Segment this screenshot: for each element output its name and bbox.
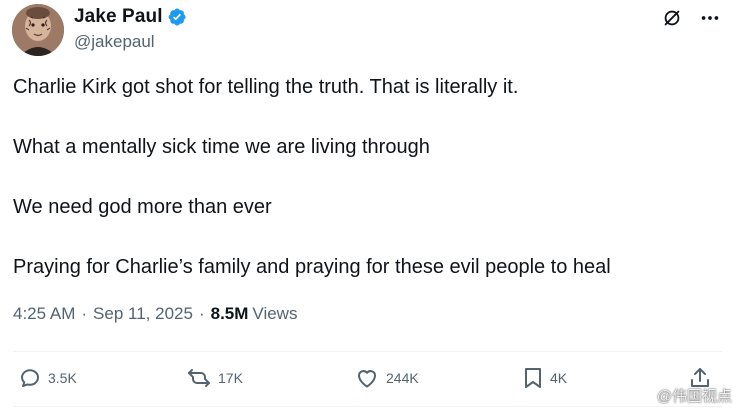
tweet-actions: 3.5K 17K 244K 4K: [18, 366, 728, 396]
repost-button[interactable]: 17K: [186, 366, 243, 390]
repost-icon: [188, 369, 210, 387]
avatar-image: [12, 4, 64, 56]
tweet-paragraph: What a mentally sick time we are living …: [13, 136, 430, 158]
meta-separator: ·: [81, 304, 88, 323]
grok-icon[interactable]: [660, 6, 684, 30]
bookmark-button[interactable]: 4K: [522, 366, 567, 390]
bookmark-icon: [525, 368, 541, 388]
tweet-date[interactable]: Sep 11, 2025: [93, 304, 193, 324]
bookmark-count: 4K: [550, 370, 568, 386]
repost-count: 17K: [218, 370, 243, 386]
tweet-paragraph: Praying for Charlie’s family and praying…: [13, 256, 611, 278]
reply-count: 3.5K: [48, 370, 77, 386]
verified-badge-icon: [167, 7, 187, 27]
author-handle[interactable]: @jakepaul: [74, 32, 155, 52]
author-display-name[interactable]: Jake Paul: [74, 6, 163, 28]
like-button[interactable]: 244K: [354, 366, 419, 390]
like-count: 244K: [386, 370, 419, 386]
tweet-paragraph: We need god more than ever: [13, 196, 272, 218]
views-count[interactable]: 8.5M: [211, 304, 249, 324]
tweet-time[interactable]: 4:25 AM: [13, 304, 75, 324]
tweet-text: Charlie Kirk got shot for telling the tr…: [13, 74, 713, 314]
tweet-card: Jake Paul @jakepaul Charlie Kirk got sho…: [0, 0, 738, 412]
more-icon[interactable]: [698, 6, 722, 30]
meta-separator: ·: [198, 304, 205, 323]
views-label: Views: [252, 304, 298, 323]
bottom-divider: [13, 406, 722, 407]
avatar[interactable]: [12, 4, 64, 56]
tweet-header-actions: [660, 6, 722, 30]
tweet-paragraph: Charlie Kirk got shot for telling the tr…: [13, 76, 519, 98]
share-button[interactable]: [688, 366, 712, 390]
reply-icon: [21, 369, 39, 387]
tweet-meta: 4:25 AM · Sep 11, 2025 · 8.5M Views: [13, 304, 297, 324]
heart-icon: [358, 370, 376, 388]
author-name-row: Jake Paul: [74, 6, 187, 28]
divider: [13, 351, 722, 352]
reply-button[interactable]: 3.5K: [18, 366, 77, 390]
share-icon: [691, 368, 709, 387]
